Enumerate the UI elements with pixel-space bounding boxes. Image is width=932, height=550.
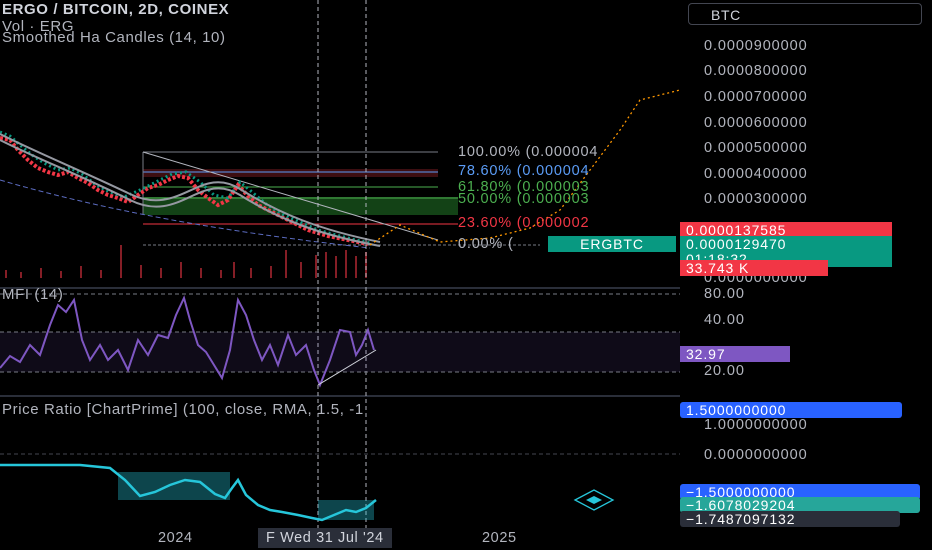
fib-label-500: 50.00% (0.000003 (458, 191, 590, 207)
price-label: 0.0000600000 (704, 115, 808, 131)
current-price-badge: 0.0000129470 (680, 236, 892, 252)
symbol-box-label: BTC (711, 7, 741, 23)
price-label: 0.0000700000 (704, 89, 808, 105)
symbol-legend[interactable]: ERGO / BITCOIN, 2D, COINEX (2, 1, 229, 18)
ratio-axis-label: 0.0000000000 (704, 447, 808, 463)
ratio-upper-badge: 1.5000000000 (680, 402, 902, 418)
time-label: 2024 (158, 530, 193, 546)
volume-bars (5, 245, 367, 278)
mfi-axis-label: 40.00 (704, 312, 745, 328)
price-label: 0.0000800000 (704, 63, 808, 79)
price-label: 0.0000400000 (704, 166, 808, 182)
fib-label-100: 100.00% (0.000004 (458, 144, 599, 160)
volume-badge: 33.743 K (680, 260, 828, 276)
price-ratio-legend[interactable]: Price Ratio [ChartPrime] (100, close, RM… (2, 401, 364, 418)
fib-label-236: 23.60% (0.000002 (458, 215, 590, 231)
price-label: 0.0000500000 (704, 140, 808, 156)
ratio-extra-badge: −1.7487097132 (680, 511, 900, 527)
price-candles (0, 130, 381, 247)
mfi-axis-label: 80.00 (704, 286, 745, 302)
crosshair-date-label: F Wed 31 Jul '24 (258, 528, 392, 548)
diamond-icon (573, 489, 615, 511)
mfi-legend[interactable]: MFI (14) (2, 286, 63, 303)
ticker-tag[interactable]: ERGBTC (548, 236, 676, 252)
mfi-value-badge: 32.97 (680, 346, 790, 362)
price-label: 0.0000900000 (704, 38, 808, 54)
ratio-axis-label: 1.0000000000 (704, 417, 808, 433)
price-label: 0.0000300000 (704, 191, 808, 207)
symbol-search-box[interactable]: BTC (688, 3, 922, 25)
time-label: 2025 (482, 530, 517, 546)
fib-label-786: 78.60% (0.000004 (458, 163, 590, 179)
fib-label-0: 0.00% ( (458, 236, 514, 252)
mfi-axis-label: 20.00 (704, 363, 745, 379)
indicator-legend[interactable]: Smoothed Ha Candles (14, 10) (2, 29, 226, 46)
